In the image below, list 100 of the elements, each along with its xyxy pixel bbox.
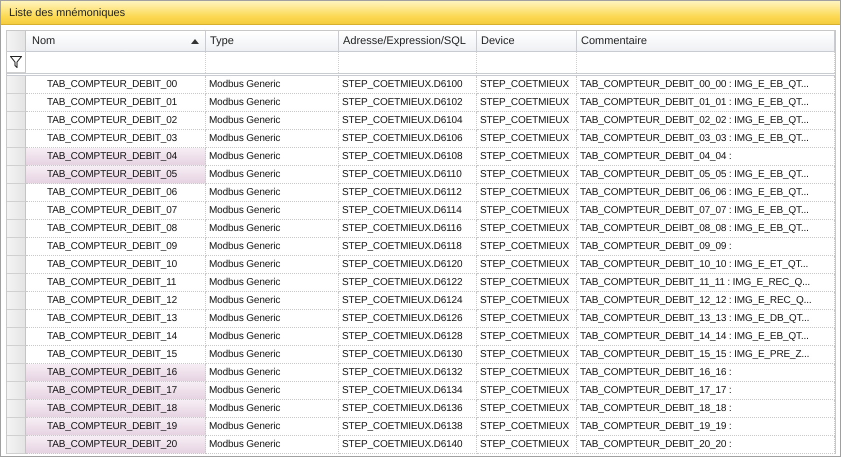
column-header[interactable]: Device (477, 31, 577, 51)
row-indicator[interactable] (7, 94, 26, 112)
table-cell: Modbus Generic (206, 130, 339, 148)
table-cell: TAB_COMPTEUR_DEBIT_18_18 : (577, 400, 835, 418)
panel-title: Liste des mnémoniques (9, 6, 126, 18)
table-cell: STEP_COETMIEUX (477, 130, 577, 148)
table-cell: Modbus Generic (206, 166, 339, 184)
row-indicator[interactable] (7, 328, 26, 346)
table-cell: Modbus Generic (206, 436, 339, 454)
table-cell: STEP_COETMIEUX.D6138 (339, 418, 477, 436)
table-cell: STEP_COETMIEUX (477, 220, 577, 238)
row-indicator[interactable] (7, 418, 26, 436)
row-indicator[interactable] (7, 112, 26, 130)
table-cell: STEP_COETMIEUX (477, 112, 577, 130)
table-cell: TAB_COMPTEUR_DEBIT_17 (26, 382, 206, 400)
table-cell: TAB_COMPTEUR_DEBIT_09_09 : (577, 238, 835, 256)
table-cell: TAB_COMPTEUR_DEBIT_13 (26, 310, 206, 328)
table-cell: TAB_COMPTEUR_DEBIT_02 (26, 112, 206, 130)
table-cell: Modbus Generic (206, 274, 339, 292)
table-cell: TAB_COMPTEUR_DEBIT_00 (26, 76, 206, 94)
table-cell: Modbus Generic (206, 346, 339, 364)
column-header[interactable]: Commentaire (577, 31, 835, 51)
table-cell: TAB_COMPTEUR_DEBIT_05_05 : IMG_E_EB_QT... (577, 166, 835, 184)
table-cell: STEP_COETMIEUX (477, 364, 577, 382)
row-indicator[interactable] (7, 220, 26, 238)
row-indicator[interactable] (7, 364, 26, 382)
table-cell: TAB_COMPTEUR_DEBIT_03_03 : IMG_E_EB_QT... (577, 130, 835, 148)
table-cell: STEP_COETMIEUX (477, 292, 577, 310)
table-cell: Modbus Generic (206, 76, 339, 94)
table-cell: Modbus Generic (206, 364, 339, 382)
table-cell: TAB_COMPTEUR_DEBIT_11_11 : IMG_E_REC_Q... (577, 274, 835, 292)
table-cell: TAB_COMPTEUR_DEBIT_19_19 : (577, 418, 835, 436)
table-cell: STEP_COETMIEUX.D6128 (339, 328, 477, 346)
table-cell: STEP_COETMIEUX.D6116 (339, 220, 477, 238)
filter-icon[interactable] (10, 56, 22, 68)
row-indicator[interactable] (7, 274, 26, 292)
table-cell: STEP_COETMIEUX.D6104 (339, 112, 477, 130)
table-cell: TAB_COMPTEUR_DEBIT_12 (26, 292, 206, 310)
table-cell: STEP_COETMIEUX (477, 148, 577, 166)
table-cell: STEP_COETMIEUX.D6122 (339, 274, 477, 292)
table-cell: TAB_COMPTEUR_DEBIT_10 (26, 256, 206, 274)
row-indicator[interactable] (7, 346, 26, 364)
column-header[interactable]: Nom (26, 31, 206, 51)
table-cell: STEP_COETMIEUX.D6114 (339, 202, 477, 220)
table-cell: STEP_COETMIEUX (477, 328, 577, 346)
row-indicator[interactable] (7, 76, 26, 94)
table-cell: STEP_COETMIEUX (477, 238, 577, 256)
table-cell: STEP_COETMIEUX (477, 184, 577, 202)
table-cell: STEP_COETMIEUX (477, 202, 577, 220)
row-indicator[interactable] (7, 166, 26, 184)
row-indicator[interactable] (7, 256, 26, 274)
table-cell: STEP_COETMIEUX (477, 76, 577, 94)
table-cell: TAB_COMPTEUR_DEBIT_18 (26, 400, 206, 418)
column-header[interactable]: Adresse/Expression/SQL (339, 31, 477, 51)
row-indicator[interactable] (7, 436, 26, 454)
table-cell: Modbus Generic (206, 400, 339, 418)
table-cell: STEP_COETMIEUX (477, 256, 577, 274)
row-indicator[interactable] (7, 202, 26, 220)
table-cell: Modbus Generic (206, 238, 339, 256)
table-cell: TAB_COMPTEUR_DEBIT_19 (26, 418, 206, 436)
table-cell: TAB_COMPTEUR_DEBIT_07_07 : IMG_E_EB_QT... (577, 202, 835, 220)
table-cell: STEP_COETMIEUX.D6118 (339, 238, 477, 256)
table-cell: STEP_COETMIEUX.D6132 (339, 364, 477, 382)
table-cell: STEP_COETMIEUX (477, 418, 577, 436)
table-cell: STEP_COETMIEUX.D6100 (339, 76, 477, 94)
row-indicator[interactable] (7, 184, 26, 202)
table-cell: STEP_COETMIEUX.D6130 (339, 346, 477, 364)
table-cell: STEP_COETMIEUX (477, 310, 577, 328)
row-indicator[interactable] (7, 130, 26, 148)
table-cell: Modbus Generic (206, 328, 339, 346)
table-cell: TAB_COMPTEUR_DEBIT_07 (26, 202, 206, 220)
row-indicator[interactable] (7, 400, 26, 418)
table-cell: TAB_COMPTEUR_DEBIT_00_00 : IMG_E_EB_QT... (577, 76, 835, 94)
table-cell: Modbus Generic (206, 310, 339, 328)
table-cell: Modbus Generic (206, 184, 339, 202)
table-cell: Modbus Generic (206, 418, 339, 436)
table-cell: STEP_COETMIEUX.D6120 (339, 256, 477, 274)
table-cell: STEP_COETMIEUX (477, 400, 577, 418)
row-indicator[interactable] (7, 382, 26, 400)
table-cell: TAB_COMPTEUR_DEBIT_05 (26, 166, 206, 184)
table-cell: TAB_COMPTEUR_DEBIT_04 (26, 148, 206, 166)
table-cell: STEP_COETMIEUX (477, 166, 577, 184)
table-cell: TAB_COMPTEUR_DEBIT_08 (26, 220, 206, 238)
table-cell: STEP_COETMIEUX.D6112 (339, 184, 477, 202)
table-cell: TAB_COMPTEUR_DEBIT_12_12 : IMG_E_REC_Q... (577, 292, 835, 310)
table-cell: TAB_COMPTEUR_DEBIT_06_06 : IMG_E_EB_QT... (577, 184, 835, 202)
table-cell: STEP_COETMIEUX (477, 346, 577, 364)
row-indicator[interactable] (7, 292, 26, 310)
row-indicator[interactable] (7, 310, 26, 328)
table-cell: TAB_COMPTEUR_DEBIT_10_10 : IMG_E_ET_QT... (577, 256, 835, 274)
table-cell: TAB_COMPTEUR_DEBIT_02_02 : IMG_E_EB_QT... (577, 112, 835, 130)
table-cell: TAB_COMPTEUR_DEBIT_04_04 : (577, 148, 835, 166)
row-indicator[interactable] (7, 238, 26, 256)
table-cell: Modbus Generic (206, 256, 339, 274)
table-cell: STEP_COETMIEUX.D6134 (339, 382, 477, 400)
table-cell: TAB_COMPTEUR_DEBIT_20_20 : (577, 436, 835, 454)
table-cell: STEP_COETMIEUX.D6124 (339, 292, 477, 310)
table-cell: Modbus Generic (206, 202, 339, 220)
column-header[interactable]: Type (206, 31, 339, 51)
row-indicator[interactable] (7, 148, 26, 166)
